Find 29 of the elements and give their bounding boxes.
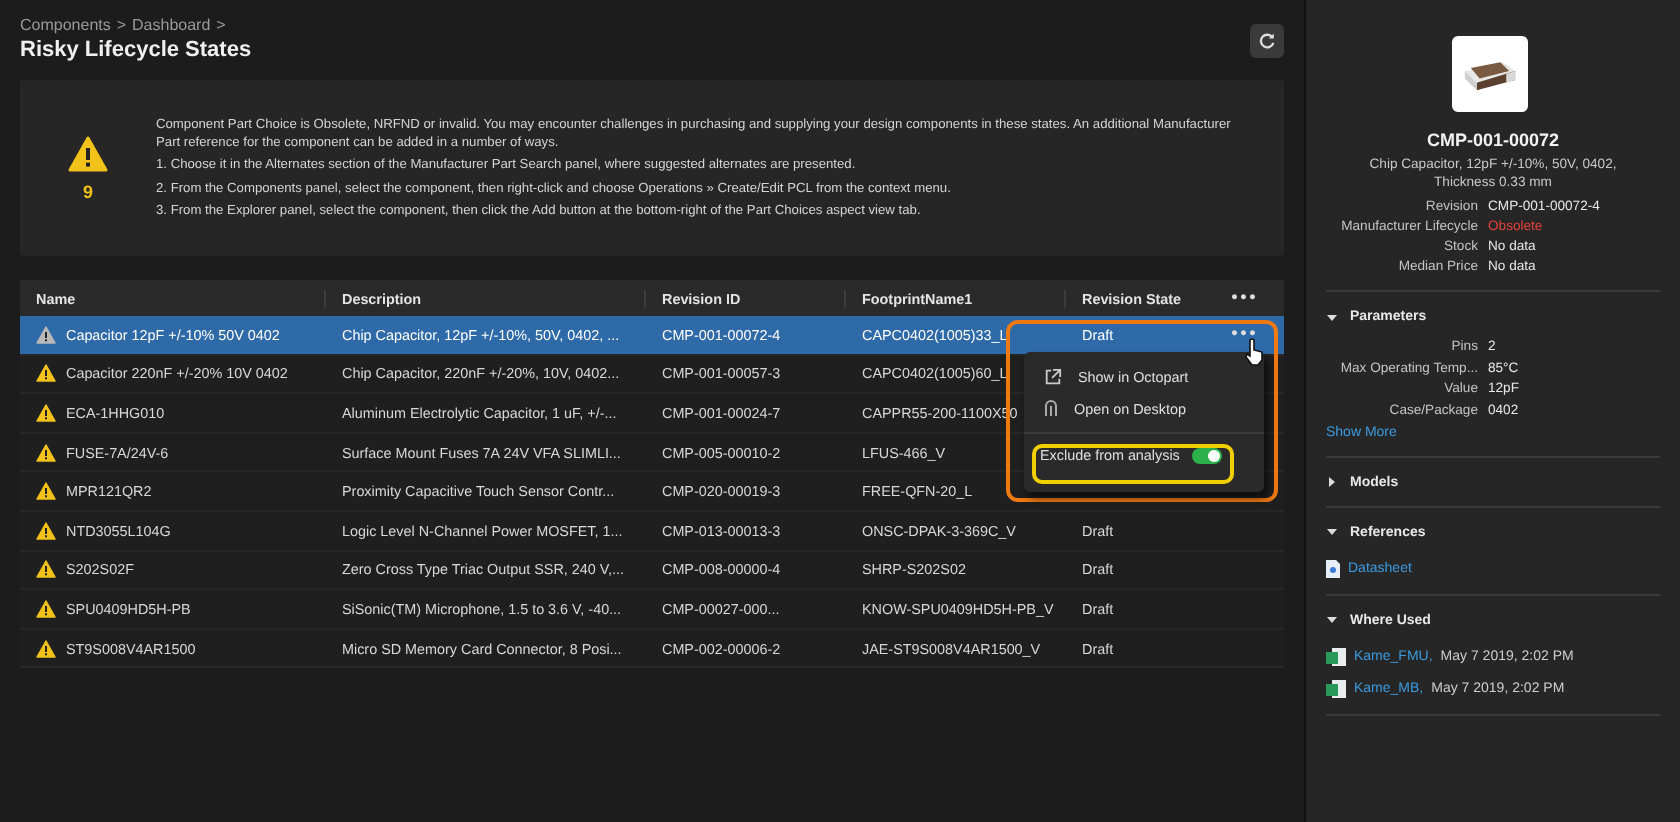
breadcrumb-separator: > <box>116 16 127 34</box>
warning-icon <box>36 560 56 579</box>
warning-icon <box>36 403 56 422</box>
breadcrumb-link[interactable]: Components <box>20 16 111 34</box>
warning-icon <box>36 364 56 383</box>
breadcrumb-link[interactable]: Dashboard <box>132 16 211 34</box>
refresh-button[interactable] <box>1250 24 1284 58</box>
warning-count: 9 <box>82 181 93 201</box>
refresh-icon <box>1258 32 1276 50</box>
warning-icon <box>36 482 56 501</box>
hand-cursor-icon <box>1244 338 1266 366</box>
breadcrumb-separator: > <box>216 16 226 34</box>
warning-icon <box>36 599 56 618</box>
page-title: Risky Lifecycle States <box>20 38 252 62</box>
caret-down-icon <box>1326 614 1338 626</box>
component-title: CMP-001-00072 <box>1424 130 1562 150</box>
document-icon <box>1326 559 1340 577</box>
warning-icon <box>36 443 56 462</box>
caret-down-icon <box>1326 311 1338 323</box>
caret-down-icon <box>1326 526 1338 538</box>
warning-icon <box>36 325 56 344</box>
caret-right-icon <box>1326 476 1338 488</box>
warning-icon <box>36 639 56 658</box>
external-link-icon <box>1044 368 1062 386</box>
project-icon <box>1326 679 1346 697</box>
project-icon <box>1326 647 1346 665</box>
warning-icon <box>36 521 56 540</box>
warning-icon <box>68 135 108 171</box>
fingerprint-icon <box>1044 398 1058 418</box>
